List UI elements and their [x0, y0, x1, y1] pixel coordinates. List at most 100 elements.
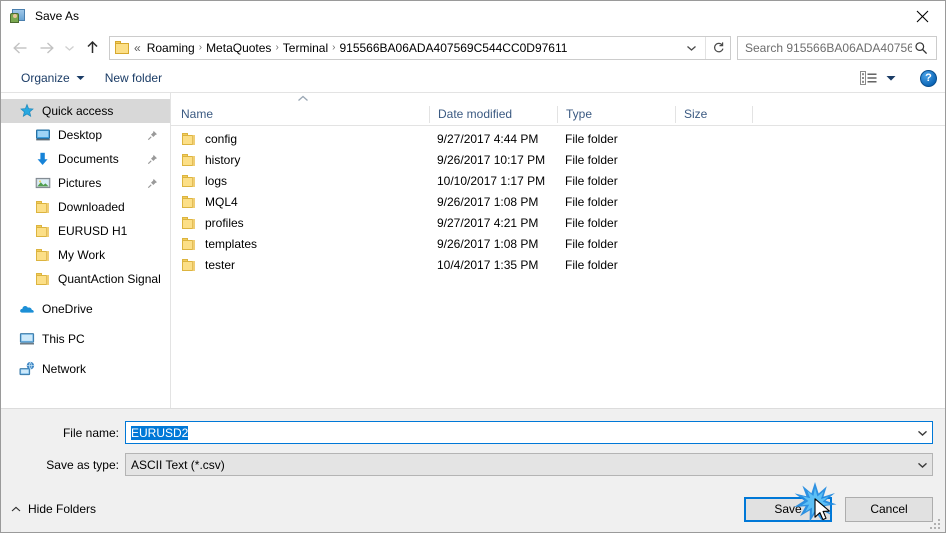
pin-icon[interactable] — [147, 130, 164, 141]
sidebar-item-network[interactable]: Network — [1, 357, 170, 381]
close-icon[interactable] — [899, 1, 945, 31]
sidebar-item-label: Desktop — [58, 128, 103, 142]
file-name-label: File name: — [62, 425, 119, 440]
file-name-label: config — [205, 131, 238, 146]
cancel-button[interactable]: Cancel — [845, 496, 933, 522]
file-type-cell: File folder — [565, 152, 618, 167]
sidebar-item-documents[interactable]: Documents — [1, 147, 170, 171]
table-row[interactable]: config 9/27/2017 4:44 PM File folder — [171, 128, 945, 149]
sidebar-item-my-work[interactable]: My Work — [1, 243, 170, 267]
sidebar-item-label: Downloaded — [58, 200, 125, 214]
pin-icon[interactable] — [147, 178, 164, 189]
sidebar-item-label: This PC — [42, 332, 85, 346]
file-date-cell: 9/27/2017 4:44 PM — [437, 131, 539, 146]
file-name-cell: logs — [171, 173, 429, 189]
column-header-type[interactable]: Type — [557, 105, 675, 123]
file-name-selected-text: EURUSD2 — [131, 425, 189, 440]
breadcrumb-item-metaquotes[interactable]: MetaQuotes — [203, 37, 274, 59]
breadcrumb-item-terminal[interactable]: Terminal — [280, 37, 331, 59]
search-input[interactable]: Search 915566BA06ADA40756... — [737, 35, 937, 60]
up-arrow-icon[interactable] — [79, 35, 105, 61]
new-folder-button[interactable]: New folder — [99, 68, 168, 88]
file-type-cell: File folder — [565, 194, 618, 209]
sidebar-item-label: Pictures — [58, 176, 102, 190]
star-icon — [19, 103, 35, 119]
save-as-type-label: Save as type: — [46, 457, 119, 472]
hide-folders-label: Hide Folders — [28, 502, 97, 516]
sidebar-item-label: My Work — [58, 248, 106, 262]
file-name-cell: templates — [171, 236, 429, 252]
sidebar-item-quick-access[interactable]: Quick access — [1, 99, 170, 123]
sidebar-item-desktop[interactable]: Desktop — [1, 123, 170, 147]
sidebar-item-pictures[interactable]: Pictures — [1, 171, 170, 195]
pin-icon[interactable] — [147, 154, 164, 165]
search-placeholder: Search 915566BA06ADA40756... — [745, 40, 912, 55]
column-header-date-modified[interactable]: Date modified — [429, 105, 557, 123]
file-type-cell: File folder — [565, 215, 618, 230]
folder-icon — [181, 194, 197, 210]
search-icon[interactable] — [912, 41, 936, 55]
navigation-pane: Quick access Desktop Documents Pictures … — [1, 93, 171, 408]
save-button[interactable]: Save — [744, 496, 832, 522]
folder-icon — [35, 271, 51, 287]
breadcrumb-overflow[interactable]: « — [134, 37, 144, 59]
folder-icon — [181, 215, 197, 231]
view-chevron-down-icon[interactable] — [886, 75, 896, 82]
view-layout-icon[interactable] — [857, 69, 880, 87]
file-type-cell: File folder — [565, 236, 618, 251]
file-rows: config 9/27/2017 4:44 PM File folder his… — [171, 126, 945, 408]
hide-folders-button[interactable]: Hide Folders — [11, 502, 96, 516]
help-icon[interactable]: ? — [920, 69, 937, 87]
sidebar-item-label: EURUSD H1 — [58, 224, 128, 238]
file-date-cell: 10/10/2017 1:17 PM — [437, 173, 546, 188]
organize-button[interactable]: Organize — [15, 68, 91, 88]
address-chevron-down-icon[interactable] — [680, 44, 705, 52]
save-as-type-select[interactable]: ASCII Text (*.csv) — [125, 453, 933, 476]
chevron-down-icon[interactable] — [913, 461, 932, 469]
back-arrow-icon[interactable] — [7, 35, 33, 61]
table-row[interactable]: MQL4 9/26/2017 1:08 PM File folder — [171, 191, 945, 212]
table-row[interactable]: profiles 9/27/2017 4:21 PM File folder — [171, 212, 945, 233]
organize-label: Organize — [21, 71, 70, 85]
table-row[interactable]: history 9/26/2017 10:17 PM File folder — [171, 149, 945, 170]
sidebar-item-this-pc[interactable]: This PC — [1, 327, 170, 351]
table-row[interactable]: templates 9/26/2017 1:08 PM File folder — [171, 233, 945, 254]
sidebar-item-eurusd-h1[interactable]: EURUSD H1 — [1, 219, 170, 243]
toolbar-right-group: ? — [857, 69, 937, 87]
resize-grip[interactable] — [930, 517, 942, 529]
dialog-button-bar: Hide Folders Save Cancel — [1, 486, 945, 532]
table-row[interactable]: logs 10/10/2017 1:17 PM File folder — [171, 170, 945, 191]
save-as-type-row: Save as type: ASCII Text (*.csv) — [1, 453, 945, 476]
column-header-size[interactable]: Size — [675, 105, 753, 123]
file-name-value[interactable]: EURUSD2 — [126, 425, 913, 440]
file-name-cell: config — [171, 131, 429, 147]
sidebar-item-label: Documents — [58, 152, 119, 166]
file-name-input[interactable]: EURUSD2 — [125, 421, 933, 444]
address-bar[interactable]: « Roaming › MetaQuotes › Terminal › 9155… — [109, 35, 731, 60]
sidebar-item-quantaction-signal[interactable]: QuantAction Signal — [1, 267, 170, 291]
network-icon — [19, 361, 35, 377]
file-name-cell: tester — [171, 257, 429, 273]
breadcrumb-item-roaming[interactable]: Roaming — [144, 37, 198, 59]
command-toolbar: Organize New folder ? — [1, 64, 945, 93]
documents-download-icon — [35, 151, 51, 167]
onedrive-cloud-icon — [19, 301, 35, 317]
sidebar-item-downloaded[interactable]: Downloaded — [1, 195, 170, 219]
folder-icon — [35, 247, 51, 263]
column-headers: Name Date modified Type Size — [171, 103, 945, 126]
breadcrumb-item-guid[interactable]: 915566BA06ADA407569C544CC0D97611 — [336, 37, 570, 59]
folder-icon — [181, 131, 197, 147]
column-header-name[interactable]: Name — [171, 106, 429, 123]
forward-arrow-icon[interactable] — [33, 35, 59, 61]
window-title: Save As — [35, 9, 80, 23]
chevron-down-icon[interactable] — [913, 429, 932, 437]
folder-icon — [35, 199, 51, 215]
recent-locations-chevron-down-icon[interactable] — [59, 35, 79, 61]
refresh-icon[interactable] — [705, 36, 730, 59]
table-row[interactable]: tester 10/4/2017 1:35 PM File folder — [171, 254, 945, 275]
sidebar-item-onedrive[interactable]: OneDrive — [1, 297, 170, 321]
sort-ascending-icon — [171, 93, 945, 103]
sidebar-item-label: OneDrive — [42, 302, 93, 316]
title-bar: Save As — [1, 1, 945, 31]
dialog-body: Quick access Desktop Documents Pictures … — [1, 93, 945, 408]
